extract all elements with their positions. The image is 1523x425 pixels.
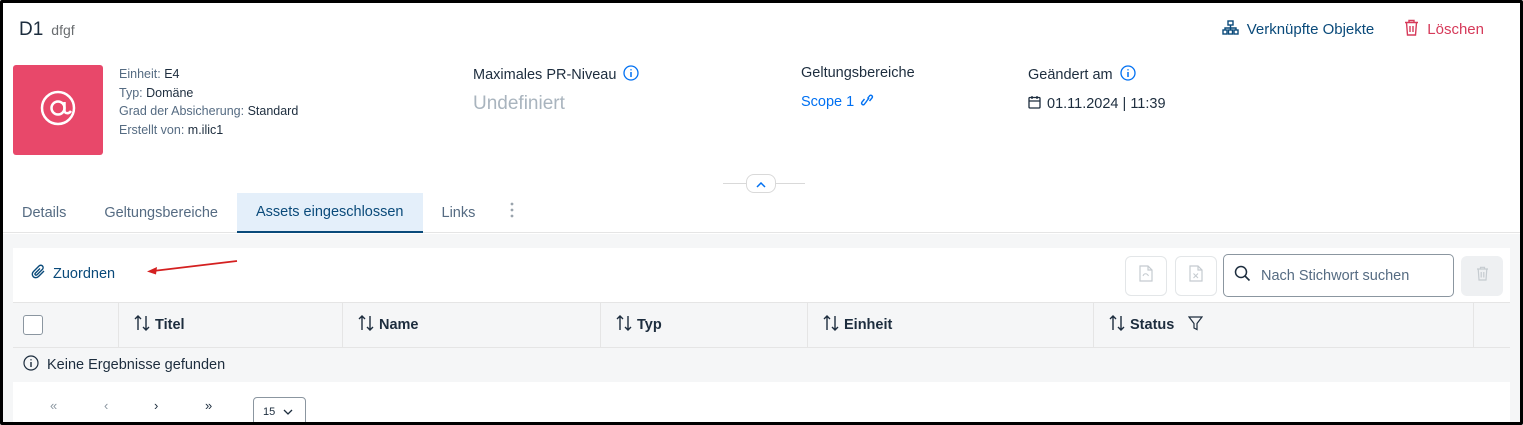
paperclip-icon — [31, 264, 47, 284]
avatar — [13, 65, 103, 155]
empty-state-message: Keine Ergebnisse gefunden — [47, 357, 226, 373]
search-field[interactable] — [1223, 254, 1454, 297]
kpi-changed-value: 01.11.2024 | 11:39 — [1047, 96, 1166, 112]
export-pdf-button[interactable] — [1125, 256, 1167, 296]
kpi-changed: Geändert am 01.11.2024 | 11:39 — [1028, 65, 1166, 113]
sort-icon — [822, 315, 840, 335]
last-page-button[interactable]: » — [205, 398, 212, 413]
prev-page-button[interactable]: ‹ — [104, 398, 108, 413]
at-sign-icon — [38, 88, 78, 133]
meta-unit-value: E4 — [164, 67, 180, 81]
kpi-pr-level-label: Maximales PR-Niveau — [473, 67, 617, 83]
column-einheit[interactable]: Einheit — [808, 303, 1094, 347]
pagination: « ‹ › » 15 — [13, 382, 1510, 422]
tab-bar: Details Geltungsbereiche Assets eingesch… — [3, 193, 1520, 233]
pdf-file-icon — [1139, 265, 1153, 287]
kpi-changed-label: Geändert am — [1028, 67, 1113, 83]
chevron-down-icon — [283, 406, 293, 418]
meta-type-label: Typ: — [119, 85, 143, 100]
first-page-button[interactable]: « — [50, 398, 57, 413]
delete-button[interactable]: Löschen — [1404, 19, 1484, 40]
sort-icon — [357, 315, 375, 335]
meta-created-label: Erstellt von: — [119, 122, 185, 137]
tab-assets-eingeschlossen[interactable]: Assets eingeschlossen — [237, 193, 423, 233]
kpi-pr-level-value: Undefiniert — [473, 93, 565, 114]
meta-created: Erstellt von: m.ilic1 — [119, 121, 298, 140]
kpi-changed-date: 01.11.2024 | 11:39 — [1028, 95, 1166, 113]
scope-link[interactable]: Scope 1 — [801, 93, 915, 111]
app-window: D1 dfgf Verknüpfte Objekte Löschen Einhe… — [0, 0, 1523, 425]
info-icon[interactable] — [623, 65, 640, 85]
kpi-pr-level: Maximales PR-Niveau Undefiniert — [473, 65, 640, 115]
delete-selected-button[interactable] — [1461, 256, 1503, 296]
tab-links[interactable]: Links — [423, 193, 495, 233]
search-icon — [1234, 265, 1251, 287]
sort-icon — [615, 315, 633, 335]
meta-unit: Einheit: E4 — [119, 65, 298, 84]
filter-icon[interactable] — [1188, 315, 1204, 335]
more-tabs-button[interactable] — [494, 193, 530, 232]
page-subtitle: dfgf — [51, 22, 75, 38]
collapse-header-button[interactable] — [746, 174, 776, 193]
empty-state-row: Keine Ergebnisse gefunden — [13, 348, 1510, 382]
table-toolbar: Zuordnen — [13, 248, 1510, 302]
trash-icon — [1404, 19, 1419, 40]
kpi-scopes-label: Geltungsbereiche — [801, 65, 915, 81]
kpi-scopes: Geltungsbereiche Scope 1 — [801, 65, 915, 111]
meta-assurance-value: Standard — [247, 104, 299, 118]
page-size-value: 15 — [263, 406, 276, 418]
page-title: D1 — [19, 19, 44, 40]
vertical-ellipsis-icon — [510, 202, 514, 223]
tab-geltungsbereiche[interactable]: Geltungsbereiche — [85, 193, 237, 233]
link-icon — [859, 93, 875, 111]
excel-file-icon — [1189, 265, 1203, 287]
meta-type: Typ: Domäne — [119, 84, 298, 103]
meta-assurance-label: Grad der Absicherung: — [119, 104, 245, 118]
chevron-up-icon — [756, 175, 766, 193]
page-size-select[interactable]: 15 — [253, 397, 306, 422]
column-status[interactable]: Status — [1094, 303, 1474, 347]
select-all-cell — [13, 303, 119, 347]
assets-panel: Zuordnen Nach Stichwort suchen Titel Nam… — [3, 234, 1520, 422]
kpi-changed-label-row: Geändert am — [1028, 65, 1166, 85]
select-all-checkbox[interactable] — [23, 315, 43, 335]
page-title-row: D1 dfgf — [19, 19, 75, 41]
header-actions: Verknüpfte Objekte Löschen — [1221, 19, 1484, 40]
meta-assurance: Grad der Absicherung: Standard — [119, 102, 298, 121]
column-name-label: Name — [379, 317, 419, 333]
sort-icon — [1108, 315, 1126, 335]
column-einheit-label: Einheit — [844, 317, 893, 333]
meta-created-value: m.ilic1 — [187, 122, 224, 137]
calendar-icon — [1028, 95, 1041, 113]
linked-objects-label: Verknüpfte Objekte — [1246, 21, 1375, 38]
annotation-arrow — [147, 260, 238, 275]
info-icon[interactable] — [1119, 65, 1136, 85]
column-typ[interactable]: Typ — [601, 303, 808, 347]
column-titel-label: Titel — [155, 317, 185, 333]
trash-icon — [1476, 266, 1489, 286]
export-excel-button[interactable] — [1175, 256, 1217, 296]
linked-objects-button[interactable]: Verknüpfte Objekte — [1221, 19, 1375, 40]
sort-icon — [133, 315, 151, 335]
assign-label: Zuordnen — [53, 266, 116, 282]
scope-link-label: Scope 1 — [801, 94, 855, 110]
kpi-pr-level-label-row: Maximales PR-Niveau — [473, 65, 640, 85]
object-meta: Einheit: E4 Typ: Domäne Grad der Absiche… — [119, 65, 298, 139]
column-status-label: Status — [1130, 317, 1175, 333]
column-typ-label: Typ — [637, 317, 662, 333]
meta-type-value: Domäne — [146, 85, 194, 100]
next-page-button[interactable]: › — [154, 398, 158, 413]
tab-details[interactable]: Details — [3, 193, 85, 233]
search-input[interactable] — [1261, 267, 1451, 284]
column-titel[interactable]: Titel — [119, 303, 343, 347]
info-icon — [23, 355, 39, 375]
column-name[interactable]: Name — [343, 303, 601, 347]
meta-unit-label: Einheit: — [119, 67, 161, 81]
assign-button[interactable]: Zuordnen — [31, 264, 115, 284]
hierarchy-icon — [1221, 20, 1239, 39]
delete-label: Löschen — [1427, 21, 1484, 38]
table-header: Titel Name Typ Einheit Status — [13, 302, 1510, 348]
